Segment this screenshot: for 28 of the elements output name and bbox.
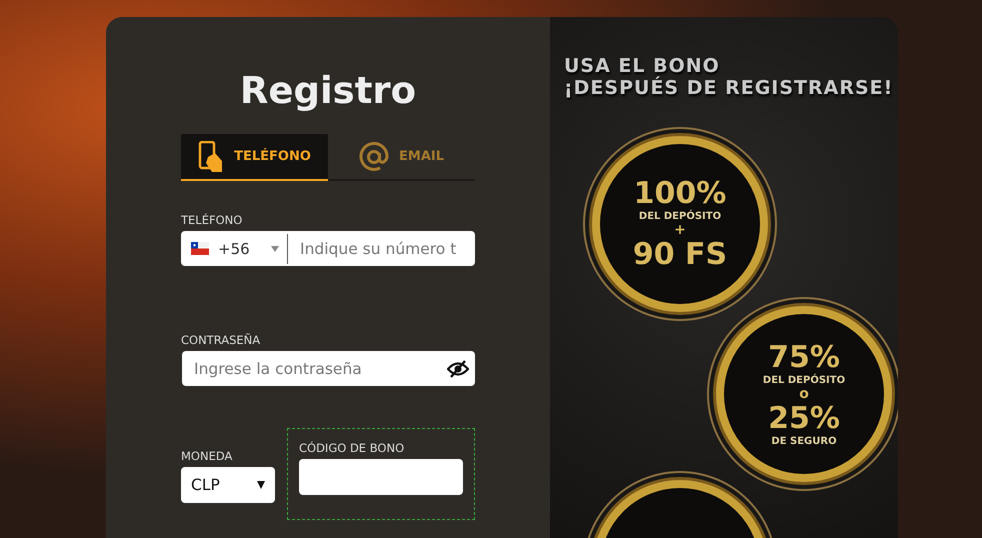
- field-label: CONTRASEÑA: [181, 333, 262, 347]
- at-sign-icon: [359, 142, 389, 172]
- phone-field[interactable]: +56 Indique su número t: [181, 231, 475, 266]
- badge-text: DEL DEPÓSITO: [638, 210, 722, 222]
- badge-text: 25%: [768, 402, 840, 436]
- phone-icon: [198, 140, 224, 172]
- badge-text: 90 FS: [632, 238, 728, 272]
- form-title: Registro: [240, 69, 416, 112]
- badge-text: 100%: [634, 176, 726, 210]
- badge-text: 75%: [768, 341, 840, 375]
- badge-text: o: [799, 386, 809, 402]
- currency-dropdown[interactable]: CLP: [181, 467, 275, 503]
- badge-text: DE SEGURO: [771, 436, 837, 447]
- badge-text: +: [674, 222, 686, 238]
- eye-slash-icon[interactable]: [447, 358, 469, 378]
- tab[interactable]: TELÉFONO: [181, 134, 328, 181]
- password-input[interactable]: Ingrese la contraseña: [182, 360, 447, 378]
- country-code-dropdown[interactable]: +56: [181, 234, 288, 264]
- password-field[interactable]: Ingrese la contraseña: [182, 351, 475, 386]
- badge-text: DEL DEPÓSITO: [762, 375, 846, 386]
- field-label: MONEDA: [181, 449, 234, 463]
- promo-heading-line: USA EL BONO: [564, 55, 721, 77]
- tab[interactable]: EMAIL: [328, 134, 475, 181]
- bonus-code-field[interactable]: [299, 459, 463, 495]
- field-label: TELÉFONO: [181, 213, 244, 227]
- flag-icon: [191, 242, 209, 255]
- promo-heading-line: ¡DESPUÉS DE REGISTRARSE!: [564, 77, 894, 99]
- field-label: CÓDIGO DE BONO: [299, 441, 406, 455]
